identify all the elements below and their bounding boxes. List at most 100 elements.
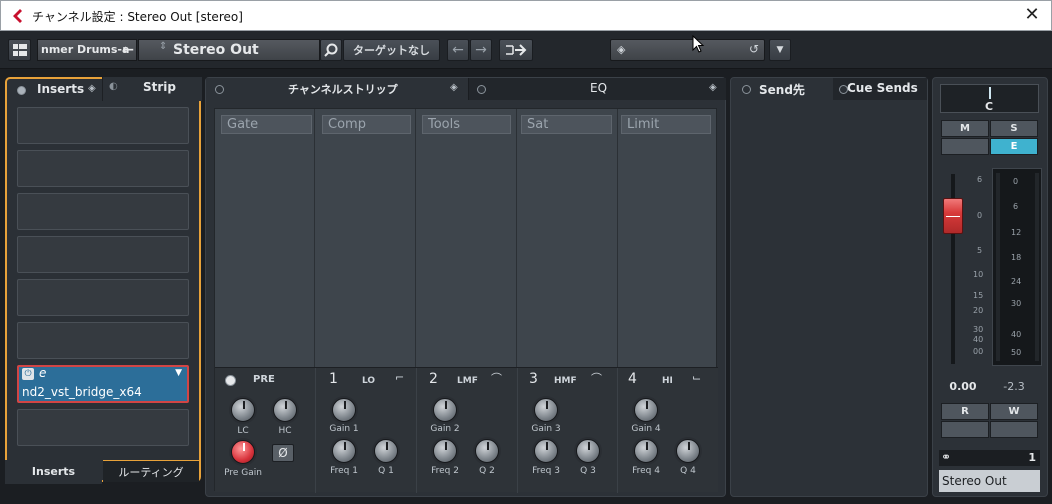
insert-slot-3[interactable] bbox=[17, 193, 189, 230]
phase-invert-button[interactable]: Ø bbox=[272, 444, 294, 462]
tab-eq-label: EQ bbox=[590, 81, 608, 95]
band-3-gain-knob[interactable] bbox=[534, 398, 558, 422]
volume-value[interactable]: 0.00 bbox=[941, 380, 985, 396]
band-2-name[interactable]: LMF bbox=[457, 376, 478, 386]
automation-blank-2[interactable] bbox=[990, 421, 1038, 438]
tab-cue-sends[interactable]: Cue Sends bbox=[847, 81, 918, 95]
band-1-q-knob[interactable] bbox=[374, 439, 398, 463]
fader-tick-00: 00 bbox=[973, 347, 984, 356]
band-2-gain-label: Gain 2 bbox=[430, 424, 460, 434]
diamond-icon[interactable]: ◈ bbox=[450, 82, 458, 93]
band-4-gain-knob[interactable] bbox=[634, 398, 658, 422]
band-2-number: 2 bbox=[429, 371, 438, 387]
lc-knob[interactable] bbox=[231, 398, 255, 422]
power-icon[interactable]: ⏻ bbox=[22, 368, 34, 380]
close-button[interactable]: ✕ bbox=[1021, 4, 1043, 26]
band-2-gain-knob[interactable] bbox=[433, 398, 457, 422]
layout-toggle-button[interactable] bbox=[8, 39, 31, 61]
search-button[interactable] bbox=[320, 39, 342, 61]
output-routing-field[interactable]: Stereo Out bbox=[939, 470, 1040, 492]
diamond-icon[interactable]: ◈ bbox=[88, 83, 96, 94]
updown-icon[interactable]: ⇕ bbox=[159, 41, 167, 52]
reset-icon[interactable]: ↺ bbox=[749, 42, 759, 56]
eq-radio[interactable] bbox=[477, 85, 486, 94]
edit-e-icon[interactable]: e bbox=[39, 366, 46, 380]
tab-channelstrip[interactable]: チャンネルストリップ ◈ bbox=[206, 78, 468, 100]
band-1-freq-knob[interactable] bbox=[332, 439, 356, 463]
volume-fader-cap[interactable] bbox=[943, 198, 963, 234]
peak-value[interactable]: -2.3 bbox=[989, 380, 1039, 396]
fader-tick-0: 0 bbox=[977, 211, 983, 220]
tab-eq[interactable]: EQ ◈ bbox=[468, 78, 726, 100]
band-4-freq-knob[interactable] bbox=[634, 439, 658, 463]
band-3-freq-knob[interactable] bbox=[534, 439, 558, 463]
edit-button[interactable]: E bbox=[990, 138, 1038, 155]
tab-send[interactable]: Send先 bbox=[759, 81, 805, 98]
band-4-q-knob[interactable] bbox=[676, 439, 700, 463]
inserts-radio[interactable] bbox=[17, 86, 26, 95]
tab-inserts[interactable]: Inserts bbox=[37, 82, 84, 96]
automation-blank-1[interactable] bbox=[941, 421, 989, 438]
sends-panel: Send先 Cue Sends bbox=[730, 77, 928, 497]
strip-inner: Gate Comp Tools Sat Limit PRE LC HC Pre … bbox=[214, 108, 718, 493]
band-1-gain-knob[interactable] bbox=[332, 398, 356, 422]
insert-slot-8[interactable] bbox=[17, 409, 189, 446]
channel-name-field[interactable]: ⇕ Stereo Out bbox=[138, 39, 320, 61]
module-tools[interactable]: Tools bbox=[417, 109, 517, 367]
band-4-name[interactable]: HI bbox=[662, 376, 673, 386]
band-3-gain-label: Gain 3 bbox=[531, 424, 561, 434]
search-icon bbox=[324, 43, 338, 57]
target-button[interactable]: ターゲットなし bbox=[343, 39, 440, 61]
window-titlebar: チャンネル設定 : Stereo Out [stereo] ✕ bbox=[0, 0, 1052, 31]
module-gate[interactable]: Gate bbox=[215, 109, 315, 367]
send-radio[interactable] bbox=[742, 85, 751, 94]
nav-back-icon[interactable]: ← bbox=[447, 39, 469, 61]
band-2-q-knob[interactable] bbox=[475, 439, 499, 463]
eq-band-4: 4 HI ⌙ Gain 4 Freq 4 Q 4 bbox=[617, 368, 718, 493]
lowshelf-icon[interactable]: ⌐ bbox=[395, 371, 404, 384]
insert-slot-2[interactable] bbox=[17, 150, 189, 187]
module-limit[interactable]: Limit bbox=[619, 109, 718, 367]
bottom-tab-inserts[interactable]: Inserts bbox=[5, 460, 102, 484]
module-sat[interactable]: Sat bbox=[518, 109, 618, 367]
plugin-name: nd2_vst_bridge_x64 bbox=[22, 385, 142, 399]
channelstrip-radio[interactable] bbox=[215, 85, 224, 94]
insert-slot-1[interactable] bbox=[17, 107, 189, 144]
read-button[interactable]: R bbox=[941, 403, 989, 420]
previous-channel-name: nmer Drums-a bbox=[41, 43, 130, 56]
preset-menu-button[interactable]: ▼ bbox=[769, 39, 791, 61]
pre-gain-knob[interactable] bbox=[231, 440, 255, 464]
pre-enable-button[interactable] bbox=[225, 375, 236, 386]
mouse-cursor-icon bbox=[692, 35, 705, 53]
write-button[interactable]: W bbox=[990, 403, 1038, 420]
insert-slot-5[interactable] bbox=[17, 279, 189, 316]
band-1-name[interactable]: LO bbox=[362, 376, 375, 386]
hc-knob[interactable] bbox=[273, 398, 297, 422]
mute-button[interactable]: M bbox=[941, 120, 989, 137]
pan-control[interactable]: C bbox=[940, 84, 1039, 113]
insert-slot-6[interactable] bbox=[17, 322, 189, 359]
blank-button[interactable] bbox=[941, 138, 989, 155]
diamond-icon[interactable]: ◈ bbox=[709, 82, 717, 93]
module-comp[interactable]: Comp bbox=[316, 109, 416, 367]
half-circle-icon[interactable]: ◐ bbox=[109, 81, 118, 92]
preset-field[interactable]: ◈ ↺ bbox=[610, 39, 765, 61]
nav-forward-icon[interactable]: → bbox=[470, 39, 492, 61]
band-3-name[interactable]: HMF bbox=[554, 376, 577, 386]
previous-channel-field[interactable]: nmer Drums-a ← bbox=[37, 39, 137, 61]
tab-strip[interactable]: Strip bbox=[143, 80, 176, 94]
peak-filter-icon[interactable]: ⌒ bbox=[491, 370, 502, 386]
solo-button[interactable]: S bbox=[990, 120, 1038, 137]
insert-slot-4[interactable] bbox=[17, 236, 189, 273]
band-3-q-knob[interactable] bbox=[576, 439, 600, 463]
band-2-freq-knob[interactable] bbox=[433, 439, 457, 463]
bottom-tab-routing[interactable]: ルーティング bbox=[103, 460, 199, 482]
highshelf-icon[interactable]: ⌙ bbox=[692, 371, 701, 384]
tab-channelstrip-label: チャンネルストリップ bbox=[288, 83, 398, 96]
route-button[interactable] bbox=[499, 39, 533, 61]
arrow-left-icon[interactable]: ← bbox=[122, 40, 134, 60]
module-limit-label: Limit bbox=[621, 115, 711, 134]
peak-filter-icon[interactable]: ⌒ bbox=[591, 370, 602, 386]
dropdown-arrow-icon[interactable]: ▼ bbox=[175, 368, 182, 378]
insert-slot-7-active[interactable]: ⏻ e ▼ nd2_vst_bridge_x64 bbox=[17, 365, 189, 403]
